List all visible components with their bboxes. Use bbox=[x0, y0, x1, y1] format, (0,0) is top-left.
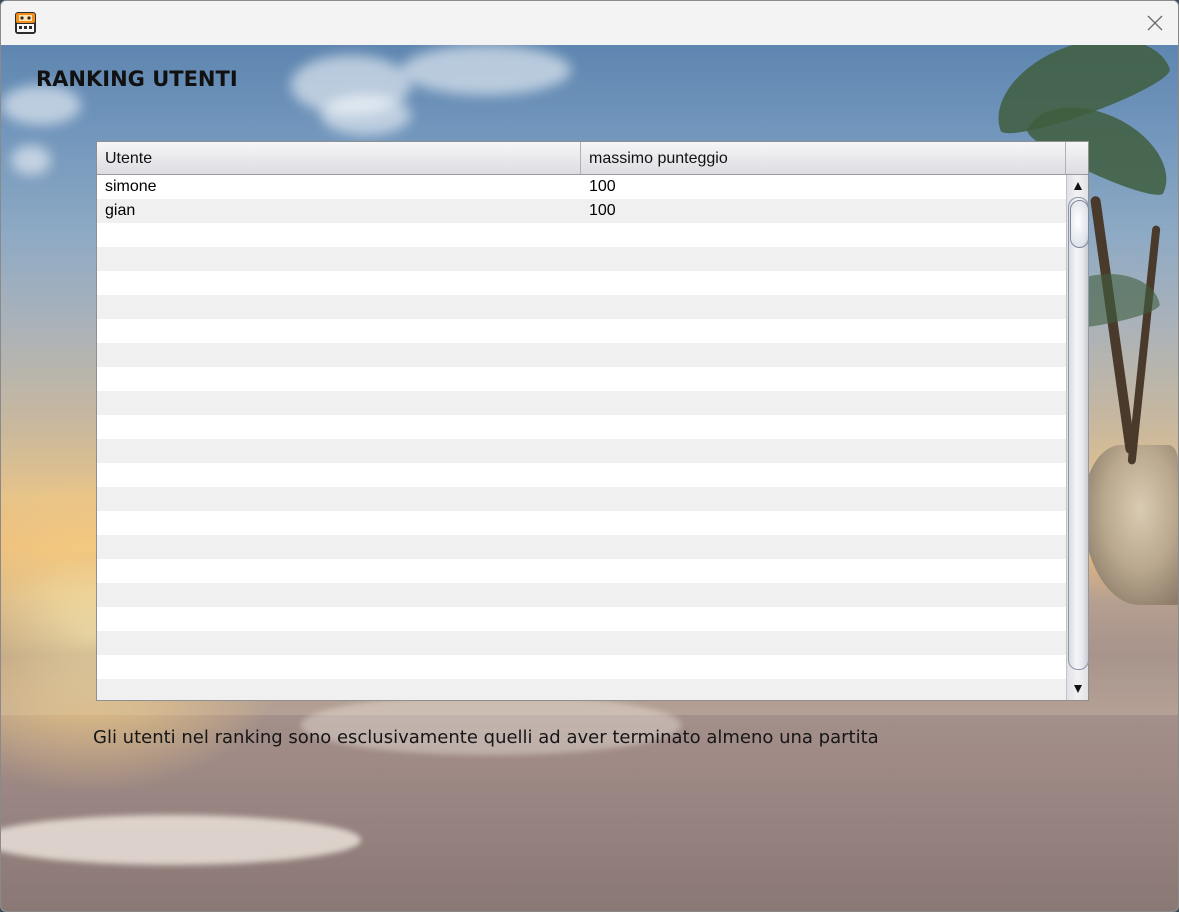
title-bar bbox=[1, 1, 1178, 45]
vertical-scrollbar[interactable] bbox=[1066, 175, 1089, 700]
background-cloud bbox=[1, 85, 81, 125]
empty-row bbox=[97, 607, 1066, 631]
empty-row bbox=[97, 223, 1066, 247]
empty-row bbox=[97, 415, 1066, 439]
empty-row bbox=[97, 631, 1066, 655]
column-header-utente[interactable]: Utente bbox=[97, 142, 581, 174]
scroll-up-button[interactable] bbox=[1067, 175, 1088, 197]
empty-row bbox=[97, 463, 1066, 487]
empty-row bbox=[97, 559, 1066, 583]
empty-row bbox=[97, 271, 1066, 295]
empty-row bbox=[97, 367, 1066, 391]
background-wave bbox=[1, 815, 361, 865]
scroll-track[interactable] bbox=[1068, 197, 1089, 678]
close-button[interactable] bbox=[1132, 1, 1178, 45]
background-cloud bbox=[321, 95, 411, 135]
empty-row bbox=[97, 655, 1066, 679]
empty-row bbox=[97, 583, 1066, 607]
table-row[interactable]: simone 100 bbox=[97, 175, 1066, 199]
empty-row bbox=[97, 247, 1066, 271]
empty-row bbox=[97, 295, 1066, 319]
empty-row bbox=[97, 511, 1066, 535]
empty-row bbox=[97, 391, 1066, 415]
background-palm-trunk bbox=[1127, 225, 1161, 465]
background-cloud bbox=[401, 45, 571, 95]
empty-row bbox=[97, 535, 1066, 559]
arcade-machine-icon bbox=[14, 12, 37, 34]
scroll-down-button[interactable] bbox=[1067, 678, 1088, 700]
close-icon bbox=[1147, 15, 1163, 31]
background-cloud bbox=[11, 145, 51, 175]
scroll-thumb-grip[interactable] bbox=[1070, 200, 1089, 248]
column-header-massimo-punteggio[interactable]: massimo punteggio bbox=[581, 142, 1066, 174]
table-body: simone 100 gian 100 bbox=[97, 175, 1066, 700]
ranking-note: Gli utenti nel ranking sono esclusivamen… bbox=[93, 727, 879, 748]
empty-row bbox=[97, 319, 1066, 343]
scroll-thumb[interactable] bbox=[1068, 197, 1089, 670]
table-row[interactable]: gian 100 bbox=[97, 199, 1066, 223]
cell-utente: gian bbox=[105, 202, 136, 219]
arrow-down-icon bbox=[1073, 685, 1082, 693]
cell-punteggio: 100 bbox=[589, 202, 616, 219]
ranking-table: Utente massimo punteggio simone 100 gian… bbox=[96, 141, 1089, 701]
empty-row bbox=[97, 487, 1066, 511]
app-window: RANKING UTENTI Utente massimo punteggio … bbox=[0, 0, 1179, 912]
cell-utente: simone bbox=[105, 178, 157, 195]
page-title: RANKING UTENTI bbox=[36, 67, 238, 91]
arrow-up-icon bbox=[1073, 182, 1082, 190]
content-area: RANKING UTENTI Utente massimo punteggio … bbox=[1, 45, 1178, 911]
background-rocks bbox=[1083, 445, 1178, 605]
empty-row bbox=[97, 679, 1066, 700]
table-header-corner bbox=[1066, 142, 1088, 174]
table-header: Utente massimo punteggio bbox=[97, 142, 1088, 175]
empty-row bbox=[97, 439, 1066, 463]
empty-row bbox=[97, 343, 1066, 367]
cell-punteggio: 100 bbox=[589, 178, 616, 195]
